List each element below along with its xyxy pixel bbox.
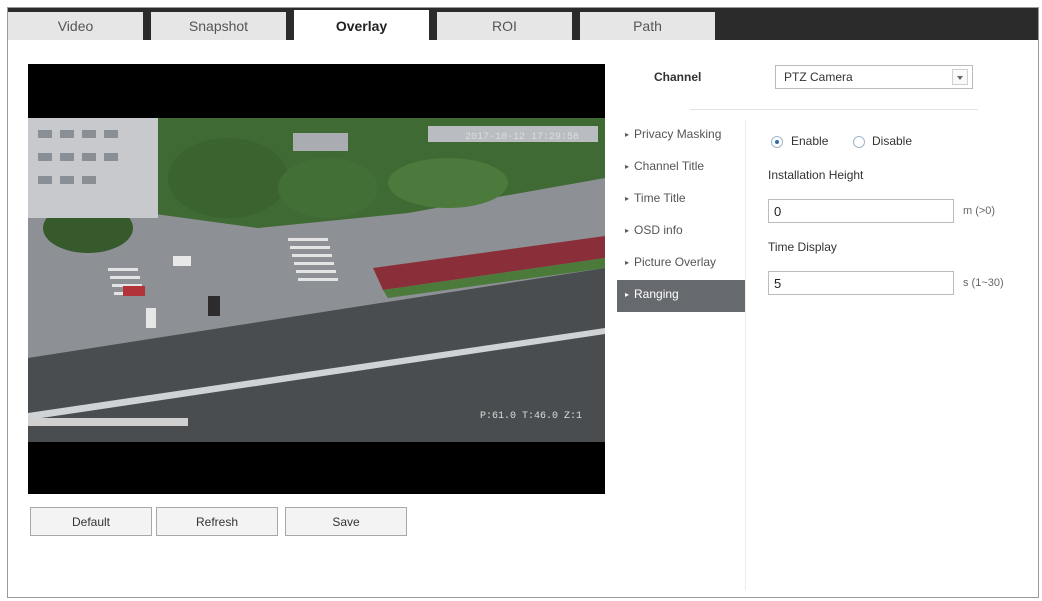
caret-right-icon: ▸: [625, 258, 630, 267]
channel-select-value: PTZ Camera: [784, 70, 853, 84]
disable-radio[interactable]: [853, 136, 865, 148]
time-display-label: Time Display: [768, 240, 837, 254]
menu-item-label: Channel Title: [634, 159, 705, 173]
enable-radio[interactable]: [771, 136, 783, 148]
menu-item-label: OSD info: [634, 223, 683, 237]
camera-scene-image: [28, 118, 605, 442]
menu-item-picture-overlay[interactable]: ▸ Picture Overlay: [617, 248, 745, 280]
tab-bar: Video Snapshot Overlay ROI Path: [8, 8, 1038, 40]
caret-right-icon: ▸: [625, 290, 630, 299]
installation-height-input[interactable]: [768, 199, 954, 223]
tab-video[interactable]: Video: [8, 12, 143, 40]
osd-time-overlay: 2017-10-12 17:29:58: [465, 132, 580, 143]
tab-snapshot[interactable]: Snapshot: [151, 12, 286, 40]
menu-item-label: Privacy Masking: [634, 127, 722, 141]
divider: [745, 120, 746, 590]
tab-path[interactable]: Path: [580, 12, 715, 40]
menu-item-osd-info[interactable]: ▸ OSD info: [617, 216, 745, 248]
divider: [690, 109, 978, 110]
caret-right-icon: ▸: [625, 130, 630, 139]
default-button[interactable]: Default: [30, 507, 152, 536]
time-display-unit: s (1~30): [963, 277, 1004, 289]
menu-item-privacy-masking[interactable]: ▸ Privacy Masking: [617, 120, 745, 152]
osd-ptz-overlay: P:61.0 T:46.0 Z:1: [480, 411, 583, 422]
caret-right-icon: ▸: [625, 162, 630, 171]
channel-label: Channel: [654, 70, 702, 84]
menu-item-label: Ranging: [634, 287, 679, 301]
menu-item-time-title[interactable]: ▸ Time Title: [617, 184, 745, 216]
caret-right-icon: ▸: [625, 226, 630, 235]
menu-item-label: Time Title: [634, 191, 686, 205]
overlay-menu: ▸ Privacy Masking ▸ Channel Title ▸ Time Ti…: [617, 120, 745, 312]
installation-height-label: Installation Height: [768, 168, 864, 182]
tab-roi[interactable]: ROI: [437, 12, 572, 40]
disable-label: Disable: [872, 134, 913, 148]
caret-right-icon: ▸: [625, 194, 630, 203]
enable-label: Enable: [791, 134, 829, 148]
menu-item-channel-title[interactable]: ▸ Channel Title: [617, 152, 745, 184]
channel-select[interactable]: PTZ Camera: [775, 65, 973, 89]
time-display-input[interactable]: [768, 271, 954, 295]
chevron-down-icon[interactable]: [952, 69, 968, 85]
installation-height-unit: m (>0): [963, 205, 996, 217]
video-preview[interactable]: 2017-10-12 17:29:58 P:61.0 T:46.0 Z:1: [28, 64, 605, 494]
menu-item-label: Picture Overlay: [634, 255, 717, 269]
tab-overlay[interactable]: Overlay: [294, 10, 429, 40]
refresh-button[interactable]: Refresh: [156, 507, 278, 536]
save-button[interactable]: Save: [285, 507, 407, 536]
menu-item-ranging[interactable]: ▸ Ranging: [617, 280, 745, 312]
